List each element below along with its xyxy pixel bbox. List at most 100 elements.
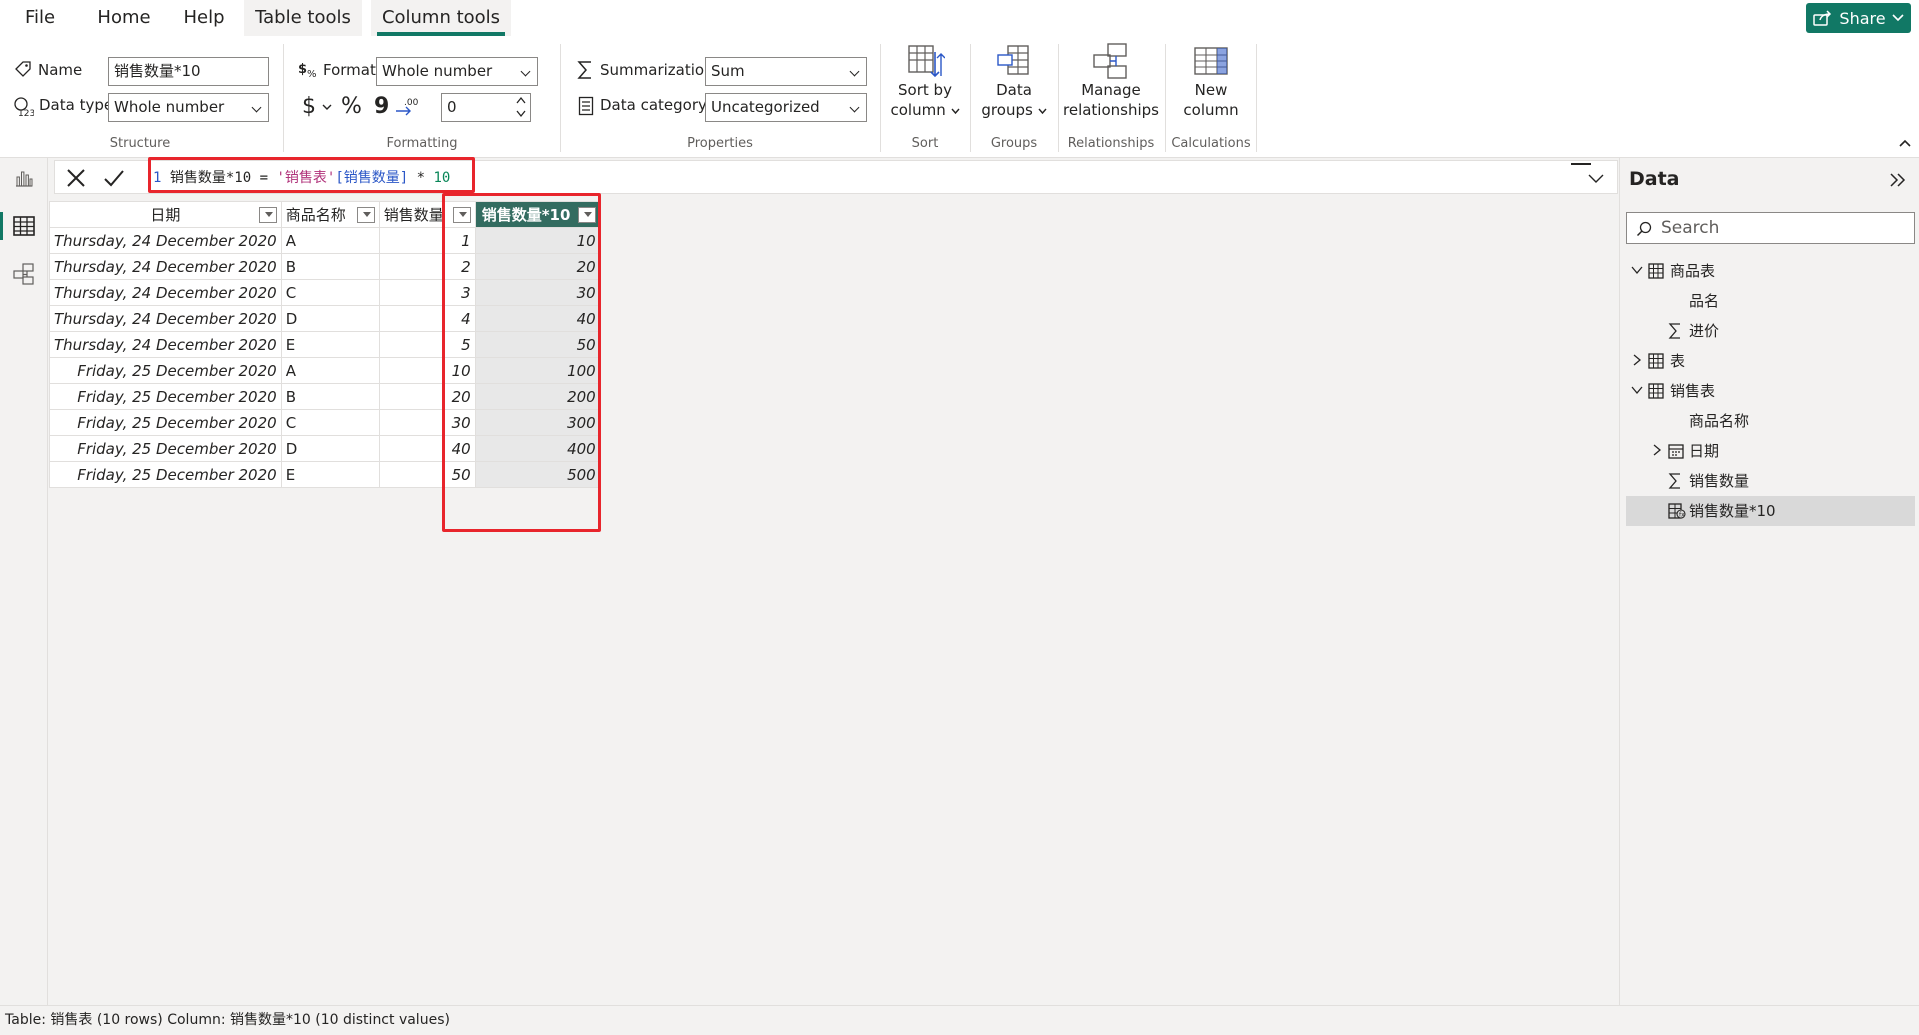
sales-qty-cell[interactable]: 40 <box>378 435 476 462</box>
currency-button[interactable]: $ <box>302 92 316 122</box>
sales-qty-cell[interactable]: 30 <box>378 409 476 436</box>
sigma-icon <box>1668 473 1680 489</box>
share-button[interactable]: Share <box>1806 3 1911 33</box>
date-cell[interactable]: Thursday, 24 December 2020 <box>49 331 282 358</box>
product-cell[interactable]: C <box>280 409 380 436</box>
view-switcher-rail <box>0 158 48 1005</box>
tab-file[interactable]: File <box>14 0 66 36</box>
sales-qty-x10-cell[interactable]: 100 <box>474 357 601 384</box>
sales-qty-x10-cell[interactable]: 30 <box>474 279 601 306</box>
comma-style-button[interactable]: 9 <box>374 92 389 122</box>
tree-item-field-product-name-sales[interactable]: 商品名称 <box>1626 406 1915 436</box>
formula-table-reference: '销售表' <box>276 170 336 186</box>
product-cell[interactable]: E <box>280 331 380 358</box>
sales-qty-cell[interactable]: 50 <box>378 461 476 488</box>
tree-item-table-sales[interactable]: 销售表 <box>1626 376 1915 406</box>
sales-qty-x10-cell[interactable]: 200 <box>474 383 601 410</box>
data-category-dropdown[interactable]: Uncategorized <box>705 93 867 122</box>
double-chevron-right-icon[interactable] <box>1888 170 1908 190</box>
chevron-right-icon[interactable] <box>1630 353 1644 367</box>
tree-item-field-product-name[interactable]: 品名 <box>1626 286 1915 316</box>
sales-qty-cell[interactable]: 20 <box>378 383 476 410</box>
tree-item-field-sales-qty-x10[interactable]: fx 销售数量*10 <box>1626 496 1915 526</box>
sales-qty-cell[interactable]: 10 <box>378 357 476 384</box>
product-cell[interactable]: D <box>280 305 380 332</box>
data-groups-button[interactable]: Data groups <box>975 42 1053 120</box>
data-type-dropdown[interactable]: Whole number <box>108 93 269 122</box>
tree-item-table-biao[interactable]: 表 <box>1626 346 1915 376</box>
decimal-places-icon[interactable]: .00 <box>394 96 418 118</box>
date-cell[interactable]: Thursday, 24 December 2020 <box>49 227 282 254</box>
date-cell[interactable]: Thursday, 24 December 2020 <box>49 279 282 306</box>
chevron-down-icon[interactable] <box>322 104 332 112</box>
groups-group-title: Groups <box>990 136 1038 151</box>
spinner-arrows-icon[interactable] <box>515 94 527 120</box>
sales-qty-x10-cell[interactable]: 50 <box>474 331 601 358</box>
sales-qty-cell[interactable]: 1 <box>378 227 476 254</box>
tab-home[interactable]: Home <box>88 0 160 36</box>
column-header-product-name[interactable]: 商品名称 <box>280 201 380 228</box>
product-cell[interactable]: B <box>280 253 380 280</box>
column-header-sales-qty[interactable]: 销售数量 <box>378 201 476 228</box>
chevron-up-icon[interactable] <box>1898 136 1912 150</box>
column-header-sales-qty-x10[interactable]: 销售数量*10 <box>474 201 601 228</box>
product-cell[interactable]: C <box>280 279 380 306</box>
column-header-date[interactable]: 日期 <box>49 201 282 228</box>
date-cell[interactable]: Friday, 25 December 2020 <box>49 461 282 488</box>
ribbon-separator <box>1165 44 1166 152</box>
tab-table-tools[interactable]: Table tools <box>244 0 362 36</box>
product-cell[interactable]: D <box>280 435 380 462</box>
tree-item-field-sales-qty[interactable]: 销售数量 <box>1626 466 1915 496</box>
tree-item-table-products[interactable]: 商品表 <box>1626 256 1915 286</box>
product-cell[interactable]: E <box>280 461 380 488</box>
tag-icon <box>15 61 31 77</box>
product-cell[interactable]: A <box>280 227 380 254</box>
sales-qty-x10-cell[interactable]: 500 <box>474 461 601 488</box>
filter-dropdown-icon[interactable] <box>452 207 471 223</box>
date-cell[interactable]: Friday, 25 December 2020 <box>49 357 282 384</box>
format-dropdown[interactable]: Whole number <box>376 57 538 86</box>
sales-qty-x10-cell[interactable]: 10 <box>474 227 601 254</box>
report-view-button[interactable] <box>8 162 40 194</box>
sort-by-column-button[interactable]: Sort by column <box>884 42 966 120</box>
new-column-button[interactable]: New column <box>1170 42 1252 120</box>
checkmark-icon[interactable] <box>103 167 125 189</box>
chevron-down-icon[interactable] <box>1630 263 1644 277</box>
column-name-input[interactable]: 销售数量*10 <box>108 57 269 86</box>
close-icon[interactable] <box>65 167 87 189</box>
percent-button[interactable]: % <box>341 92 362 122</box>
filter-dropdown-icon[interactable] <box>577 207 596 223</box>
date-cell[interactable]: Thursday, 24 December 2020 <box>49 253 282 280</box>
tab-column-tools[interactable]: Column tools <box>371 0 511 36</box>
date-cell[interactable]: Friday, 25 December 2020 <box>49 383 282 410</box>
sales-qty-cell[interactable]: 5 <box>378 331 476 358</box>
table-view-button[interactable] <box>0 210 40 242</box>
chevron-down-icon[interactable] <box>1630 383 1644 397</box>
tree-item-field-date[interactable]: 日期 <box>1626 436 1915 466</box>
sales-qty-cell[interactable]: 3 <box>378 279 476 306</box>
chevron-down-icon[interactable] <box>1587 169 1605 187</box>
summarization-dropdown[interactable]: Sum <box>705 57 867 86</box>
sales-qty-x10-cell[interactable]: 40 <box>474 305 601 332</box>
search-input[interactable]: Search <box>1626 212 1915 244</box>
date-cell[interactable]: Friday, 25 December 2020 <box>49 435 282 462</box>
chevron-right-icon[interactable] <box>1650 443 1664 457</box>
filter-dropdown-icon[interactable] <box>258 207 277 223</box>
product-cell[interactable]: B <box>280 383 380 410</box>
sales-qty-x10-cell[interactable]: 400 <box>474 435 601 462</box>
sales-qty-cell[interactable]: 2 <box>378 253 476 280</box>
manage-relationships-button[interactable]: Manage relationships <box>1062 42 1160 120</box>
formula-input[interactable]: 1 销售数量*10 = '销售表'[销售数量] * 10 <box>151 165 1511 191</box>
date-cell[interactable]: Thursday, 24 December 2020 <box>49 305 282 332</box>
product-cell[interactable]: A <box>280 357 380 384</box>
filter-dropdown-icon[interactable] <box>356 207 375 223</box>
sales-qty-x10-cell[interactable]: 300 <box>474 409 601 436</box>
tab-help[interactable]: Help <box>176 0 232 36</box>
sales-qty-cell[interactable]: 4 <box>378 305 476 332</box>
date-cell[interactable]: Friday, 25 December 2020 <box>49 409 282 436</box>
model-view-button[interactable] <box>8 258 40 290</box>
data-table: 日期 商品名称 销售数量 销售数量*10 Thursday, 24 Decemb… <box>49 201 601 488</box>
ribbon-separator <box>1256 44 1257 152</box>
tree-item-field-cost-price[interactable]: 进价 <box>1626 316 1915 346</box>
sales-qty-x10-cell[interactable]: 20 <box>474 253 601 280</box>
